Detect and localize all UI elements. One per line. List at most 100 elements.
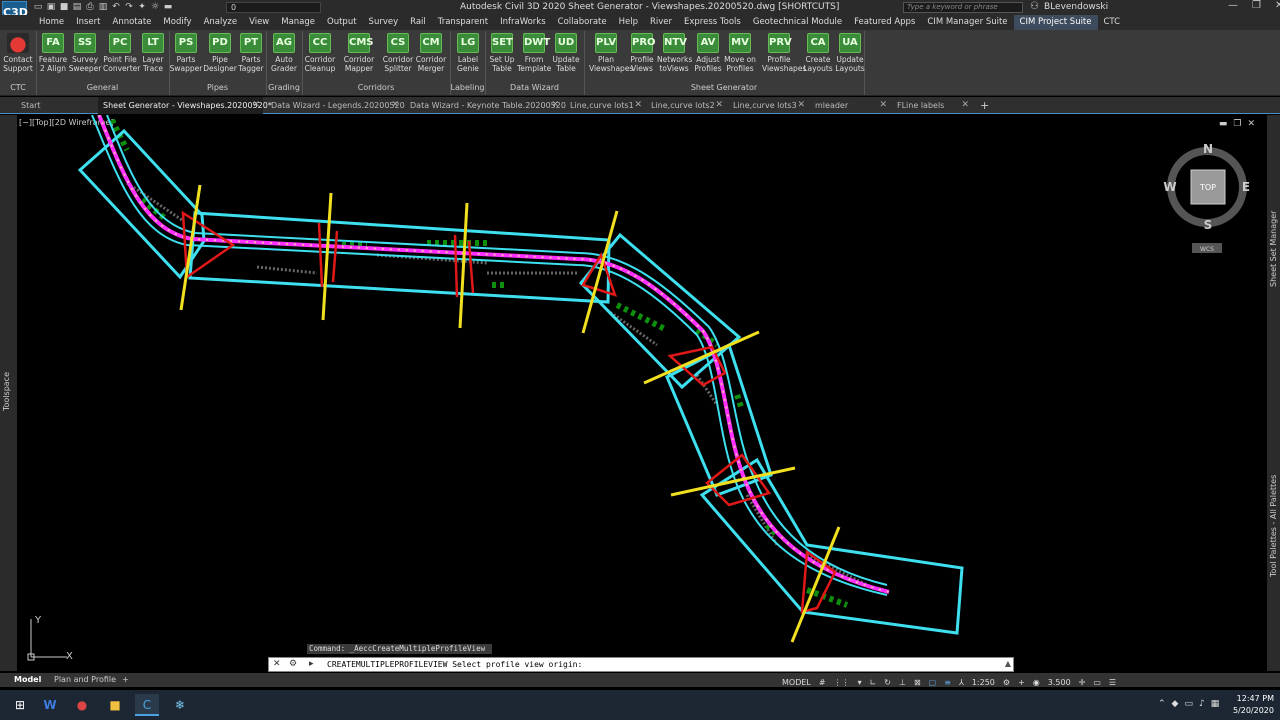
minimize-icon[interactable]: — xyxy=(1228,0,1238,11)
isolate-icon[interactable]: ◉ xyxy=(1031,678,1042,687)
undo-icon[interactable]: ↶ xyxy=(111,2,121,12)
network-icon[interactable]: ▭ xyxy=(1184,699,1193,709)
close-tab-icon[interactable]: ✕ xyxy=(391,97,399,114)
ribbon-button-corridor-mapper[interactable]: CMS Corridor Mapper xyxy=(342,33,376,73)
ribbon-button-auto-grader[interactable]: AG Auto Grader xyxy=(267,33,301,73)
panel-labeling[interactable]: Labeling xyxy=(450,83,485,92)
polar-icon[interactable]: ↻ xyxy=(882,678,893,687)
panel-pipes[interactable]: Pipes xyxy=(169,83,266,92)
grid-icon[interactable]: # xyxy=(817,678,828,687)
save-as-icon[interactable]: ▤ xyxy=(72,2,82,12)
lock-icon[interactable]: ▬ xyxy=(163,2,173,12)
file-explorer-icon[interactable]: ■ xyxy=(103,694,127,716)
ribbon-button-feature-2-align[interactable]: FA Feature 2 Align xyxy=(36,33,70,73)
ribbon-button-contact-support[interactable]: ● Contact Support xyxy=(1,33,35,73)
sheet-set-manager-label[interactable]: Sheet Set Manager xyxy=(1269,211,1278,287)
selection-cycle-icon[interactable]: ▢ xyxy=(927,678,939,687)
word-icon[interactable]: W xyxy=(38,694,62,716)
ribbon-button-adjust-profiles[interactable]: AV Adjust Profiles xyxy=(691,33,725,73)
menu-rail[interactable]: Rail xyxy=(404,15,432,30)
close-tab-icon[interactable]: ✕ xyxy=(252,97,260,114)
infer-icon[interactable]: ▾ xyxy=(856,678,864,687)
cmd-recent-icon[interactable]: ▸ xyxy=(309,659,314,669)
layer-dropdown[interactable]: 0 xyxy=(226,2,321,13)
app-gear-icon[interactable]: ❄ xyxy=(168,694,192,716)
tray-app-icon[interactable]: ◆ xyxy=(1172,699,1179,709)
new-tab-button[interactable]: + xyxy=(980,97,989,114)
ribbon-button-plan-viewshapes[interactable]: PLV Plan Viewshapes xyxy=(589,33,633,73)
ribbon-button-point-file-converter[interactable]: PC Point File Converter xyxy=(103,33,140,73)
close-tab-icon[interactable]: ✕ xyxy=(797,97,805,114)
close-tab-icon[interactable]: ✕ xyxy=(715,97,723,114)
ribbon-button-profile-views[interactable]: PRO Profile Views xyxy=(625,33,659,73)
ribbon-button-pipe-designer[interactable]: PD Pipe Designer xyxy=(203,33,237,73)
panel-sheet-generator[interactable]: Sheet Generator xyxy=(584,83,864,92)
ribbon-button-label-genie[interactable]: LG Label Genie xyxy=(451,33,485,73)
file-tab[interactable]: Line,curve lots3 ✕ xyxy=(728,97,808,114)
close-tab-icon[interactable]: ✕ xyxy=(634,97,642,114)
sun-icon[interactable]: ☼ xyxy=(150,2,160,12)
file-tab[interactable]: Start xyxy=(16,97,96,114)
menu-analyze[interactable]: Analyze xyxy=(198,15,244,30)
menu-insert[interactable]: Insert xyxy=(70,15,106,30)
open-icon[interactable]: ▣ xyxy=(46,2,56,12)
file-tab[interactable]: Sheet Generator - Viewshapes.20200520* ✕ xyxy=(98,97,272,114)
file-tab[interactable]: Data Wizard - Keynote Table.20200520 ✕ xyxy=(405,97,566,114)
ribbon-button-move-on-profiles[interactable]: MV Move on Profiles xyxy=(723,33,757,73)
menu-geotechnical-module[interactable]: Geotechnical Module xyxy=(747,15,848,30)
model-space-toggle[interactable]: MODEL xyxy=(780,678,813,687)
cmd-customize-icon[interactable]: ⚙ xyxy=(289,659,297,669)
menu-cim-project-suite[interactable]: CIM Project Suite xyxy=(1013,15,1098,30)
drawing-canvas[interactable]: [−][Top][2D Wireframe] ▬ ❐ ✕ TOP N S E W… xyxy=(17,115,1267,671)
ribbon-button-corridor-cleanup[interactable]: CC Corridor Cleanup xyxy=(303,33,337,73)
bulb-icon[interactable]: ✦ xyxy=(137,2,147,12)
ribbon-button-survey-sweeper[interactable]: SS Survey Sweeper xyxy=(68,33,102,73)
panel-corridors[interactable]: Corridors xyxy=(302,83,450,92)
file-tab[interactable]: Line,curve lots1 ✕ xyxy=(565,97,645,114)
panel-general[interactable]: General xyxy=(36,83,169,92)
menu-transparent[interactable]: Transparent xyxy=(432,15,494,30)
menu-home[interactable]: Home xyxy=(33,15,70,30)
elevation-value[interactable]: 3.500 xyxy=(1046,678,1073,687)
user-name[interactable]: BLevendowski xyxy=(1044,2,1108,12)
menu-cim-manager-suite[interactable]: CIM Manager Suite xyxy=(921,15,1013,30)
menu-annotate[interactable]: Annotate xyxy=(107,15,158,30)
ribbon-button-update-table[interactable]: UD Update Table xyxy=(549,33,583,73)
ribbon-button-layer-trace[interactable]: LT Layer Trace xyxy=(136,33,170,73)
ribbon-button-networks-toviews[interactable]: NTV Networks toViews xyxy=(657,33,692,73)
osnap-icon[interactable]: ⊠ xyxy=(912,678,923,687)
add-layout-button[interactable]: + xyxy=(116,673,135,687)
menu-ctc[interactable]: CTC xyxy=(1098,15,1127,30)
close-tab-icon[interactable]: ✕ xyxy=(961,97,969,114)
command-line[interactable]: ✕ ⚙ ▸ CREATEMULTIPLEPROFILEVIEW Select p… xyxy=(268,657,1014,672)
menu-modify[interactable]: Modify xyxy=(157,15,197,30)
print-icon[interactable]: ⎙ xyxy=(85,2,95,12)
toolspace-label[interactable]: Toolspace xyxy=(2,372,11,411)
scale-dropdown[interactable]: 1:250 xyxy=(970,678,997,687)
menu-collaborate[interactable]: Collaborate xyxy=(552,15,613,30)
panel-ctc[interactable]: CTC xyxy=(0,83,36,92)
tray-chevron-icon[interactable]: ⌃ xyxy=(1158,699,1166,709)
maximize-icon[interactable]: ❐ xyxy=(1252,0,1261,11)
ribbon-button-from-template[interactable]: DWT From Template xyxy=(517,33,551,73)
ribbon-button-create-layouts[interactable]: CA Create Layouts xyxy=(801,33,835,73)
ribbon-button-corridor-splitter[interactable]: CS Corridor Splitter xyxy=(381,33,415,73)
hardware-accel-icon[interactable]: ▭ xyxy=(1091,678,1103,687)
lineweight-icon[interactable]: ≡ xyxy=(942,678,953,687)
cmd-scroll-icon[interactable]: ▲ xyxy=(1005,659,1011,668)
menu-express-tools[interactable]: Express Tools xyxy=(678,15,747,30)
tab-plan-and-profile[interactable]: Plan and Profile xyxy=(48,673,122,687)
annotation-visibility-icon[interactable]: ⅄ xyxy=(957,678,966,687)
clock[interactable]: 12:47 PM 5/20/2020 xyxy=(1233,693,1274,717)
toolspace-palette[interactable]: Toolspace xyxy=(0,115,17,671)
customize-icon[interactable]: ☰ xyxy=(1107,678,1118,687)
file-tab[interactable]: Line,curve lots2 ✕ xyxy=(646,97,726,114)
close-tab-icon[interactable]: ✕ xyxy=(551,97,559,114)
snap-icon[interactable]: ⋮⋮ xyxy=(832,678,852,687)
file-tab[interactable]: Data Wizard - Legends.20200520 ✕ xyxy=(266,97,405,114)
menu-help[interactable]: Help xyxy=(613,15,644,30)
ribbon-button-parts-tagger[interactable]: PT Parts Tagger xyxy=(234,33,268,73)
ribbon-button-update-layouts[interactable]: UA Update Layouts xyxy=(833,33,867,73)
plot-icon[interactable]: ▥ xyxy=(98,2,108,12)
cmd-close-icon[interactable]: ✕ xyxy=(273,659,281,669)
